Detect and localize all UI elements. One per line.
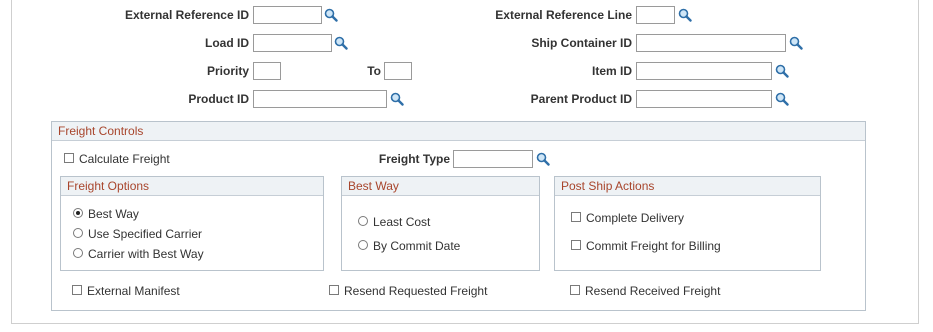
resend-received-freight-label: Resend Received Freight	[585, 284, 721, 298]
product-id-label: Product ID	[188, 92, 249, 106]
calculate-freight-label: Calculate Freight	[79, 152, 170, 166]
parent-product-id-input[interactable]	[636, 90, 772, 108]
ship-container-id-input[interactable]	[636, 34, 786, 52]
lookup-icon[interactable]	[536, 152, 550, 166]
product-id-input[interactable]	[253, 90, 387, 108]
commit-freight-for-billing-label: Commit Freight for Billing	[586, 239, 721, 253]
item-id-label: Item ID	[591, 64, 632, 78]
best-way-radio[interactable]	[73, 208, 83, 218]
by-commit-date-radio[interactable]	[358, 240, 368, 250]
external-reference-line-label: External Reference Line	[495, 8, 632, 22]
lookup-icon[interactable]	[775, 64, 789, 78]
least-cost-radio[interactable]	[358, 216, 368, 226]
calculate-freight-checkbox[interactable]	[64, 153, 74, 163]
carrier-with-best-way-radio[interactable]	[73, 248, 83, 258]
lookup-icon[interactable]	[678, 8, 692, 22]
external-manifest-checkbox[interactable]	[72, 285, 82, 295]
commit-freight-for-billing-checkbox[interactable]	[571, 240, 581, 250]
priority-label: Priority	[206, 64, 249, 78]
priority-from-input[interactable]	[253, 62, 281, 80]
lookup-icon[interactable]	[334, 36, 348, 50]
post-ship-actions-title: Post Ship Actions	[555, 177, 820, 196]
external-reference-id-label: External Reference ID	[124, 8, 249, 22]
external-manifest-label: External Manifest	[87, 284, 180, 298]
by-commit-date-label: By Commit Date	[373, 239, 461, 253]
external-reference-line-input[interactable]	[636, 6, 675, 24]
carrier-with-best-way-label: Carrier with Best Way	[88, 247, 204, 261]
use-specified-carrier-label: Use Specified Carrier	[88, 227, 203, 241]
item-id-input[interactable]	[636, 62, 772, 80]
lookup-icon[interactable]	[789, 36, 803, 50]
complete-delivery-label: Complete Delivery	[586, 211, 685, 225]
resend-received-freight-checkbox[interactable]	[570, 285, 580, 295]
freight-type-label: Freight Type	[378, 152, 450, 166]
external-reference-id-input[interactable]	[253, 6, 322, 24]
load-id-input[interactable]	[253, 34, 332, 52]
priority-to-label: To	[367, 64, 381, 78]
best-way-radio-label: Best Way	[88, 207, 139, 221]
lookup-icon[interactable]	[775, 92, 789, 106]
resend-requested-freight-checkbox[interactable]	[329, 285, 339, 295]
lookup-icon[interactable]	[324, 8, 338, 22]
least-cost-label: Least Cost	[373, 215, 431, 229]
ship-container-id-label: Ship Container ID	[531, 36, 632, 50]
complete-delivery-checkbox[interactable]	[571, 212, 581, 222]
load-id-label: Load ID	[205, 36, 249, 50]
parent-product-id-label: Parent Product ID	[530, 92, 632, 106]
freight-controls-title: Freight Controls	[52, 122, 865, 141]
priority-to-input[interactable]	[384, 62, 412, 80]
resend-requested-freight-label: Resend Requested Freight	[344, 284, 488, 298]
use-specified-carrier-radio[interactable]	[73, 228, 83, 238]
best-way-group: Best Way	[341, 176, 540, 271]
lookup-icon[interactable]	[390, 92, 404, 106]
freight-type-input[interactable]	[453, 150, 533, 168]
freight-options-title: Freight Options	[61, 177, 323, 196]
best-way-title: Best Way	[342, 177, 539, 196]
